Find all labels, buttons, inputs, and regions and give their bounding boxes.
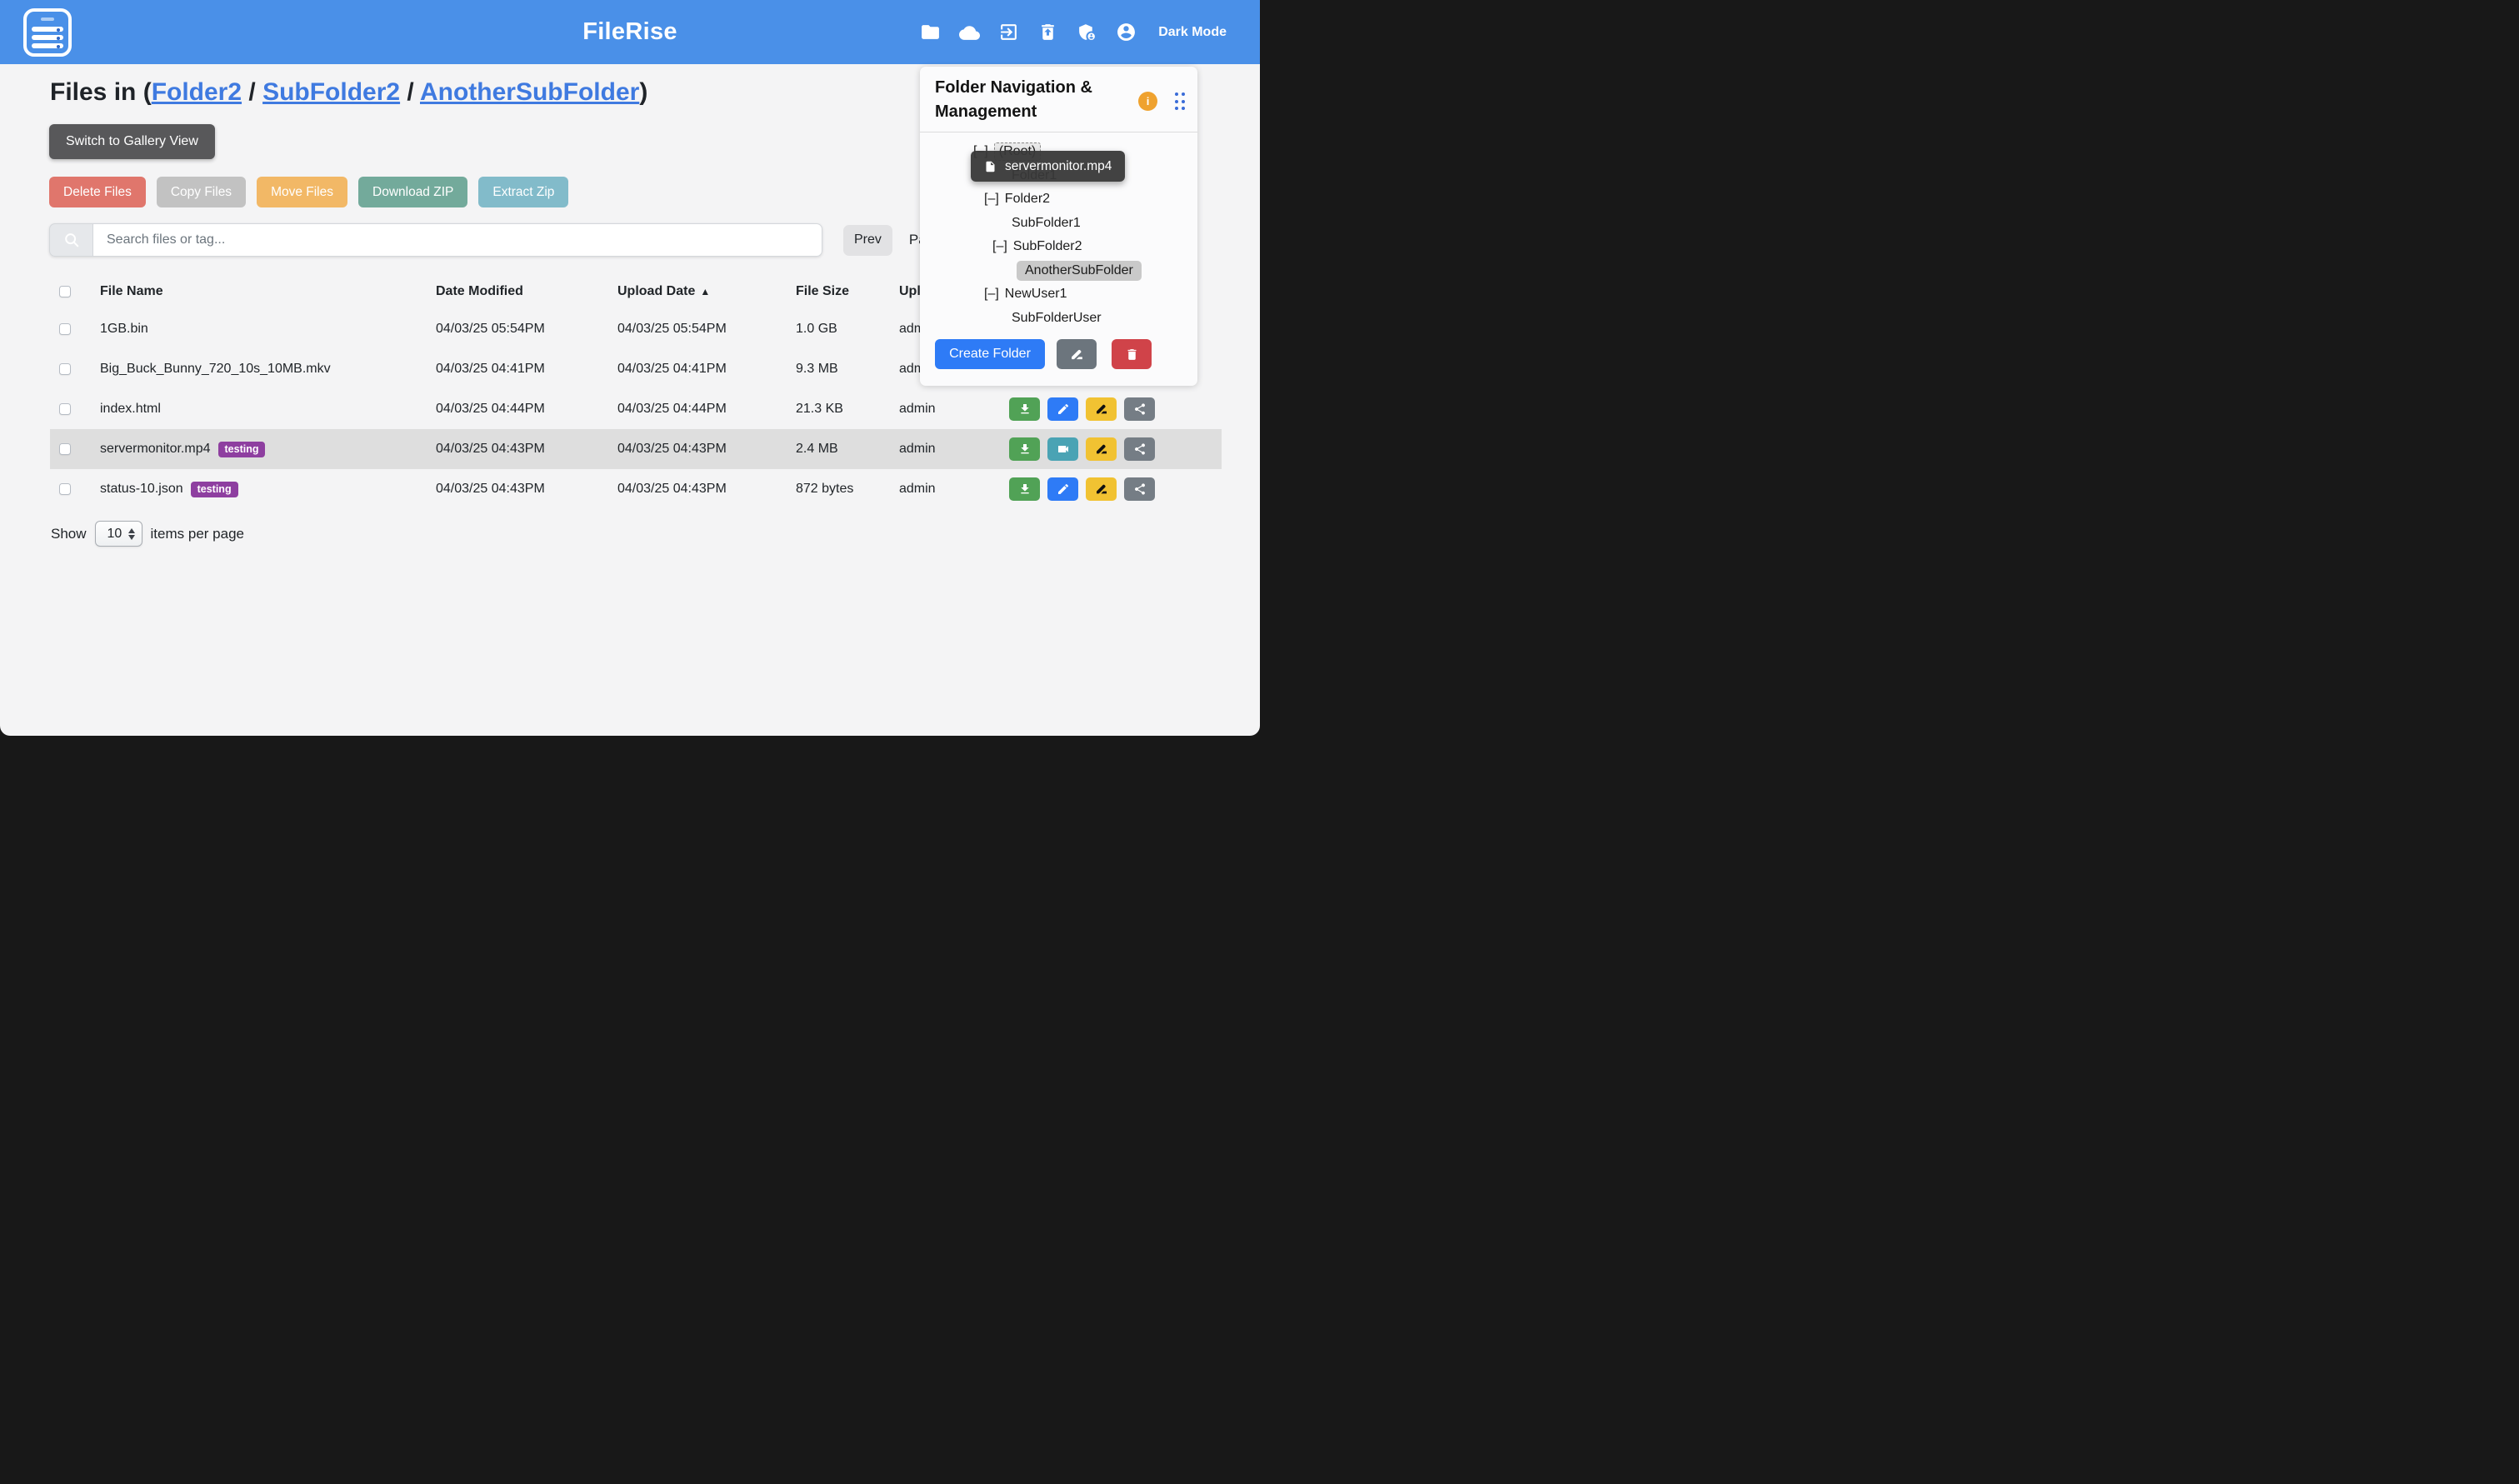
rename-icon xyxy=(1070,347,1084,362)
breadcrumb-link-folder2[interactable]: Folder2 xyxy=(152,78,242,106)
file-name[interactable]: servermonitor.mp4 xyxy=(100,442,211,457)
table-row: index.html 04/03/25 04:44PM 04/03/25 04:… xyxy=(50,389,1222,429)
dark-mode-toggle[interactable]: Dark Mode xyxy=(1158,25,1227,40)
column-file-name[interactable]: File Name xyxy=(100,284,436,299)
filerise-logo-icon[interactable] xyxy=(23,8,72,57)
share-button[interactable] xyxy=(1124,477,1155,501)
edit-button[interactable] xyxy=(1047,397,1078,421)
breadcrumb: Files in (Folder2 / SubFolder2 / Another… xyxy=(50,78,647,107)
download-zip-button[interactable]: Download ZIP xyxy=(358,177,467,207)
app-title: FileRise xyxy=(582,18,677,46)
folder-panel-header: Folder Navigation & Management i xyxy=(920,67,1197,132)
select-arrows-icon xyxy=(128,528,135,540)
row-checkbox[interactable] xyxy=(59,443,71,455)
tree-item-subfolderuser[interactable]: SubFolderUser xyxy=(933,307,1184,331)
edit-button[interactable] xyxy=(1047,477,1078,501)
folder-icon[interactable] xyxy=(919,22,941,43)
header-actions: Dark Mode xyxy=(919,22,1227,43)
download-button[interactable] xyxy=(1009,477,1040,501)
search-row: Prev Page xyxy=(49,223,942,257)
file-name[interactable]: index.html xyxy=(100,402,436,417)
file-name[interactable]: 1GB.bin xyxy=(100,322,436,337)
copy-files-button[interactable]: Copy Files xyxy=(157,177,246,207)
rename-folder-button[interactable] xyxy=(1057,339,1097,369)
app-header: FileRise Dark Mode xyxy=(0,0,1260,64)
file-name[interactable]: Big_Buck_Bunny_720_10s_10MB.mkv xyxy=(100,362,436,377)
folder-panel-title: Folder Navigation & Management xyxy=(935,76,1122,124)
download-button[interactable] xyxy=(1009,437,1040,461)
sign-in-icon[interactable] xyxy=(997,22,1019,43)
switch-gallery-view-button[interactable]: Switch to Gallery View xyxy=(49,124,215,159)
tag-badge: testing xyxy=(191,482,238,497)
account-icon[interactable] xyxy=(1115,22,1137,43)
prev-page-button[interactable]: Prev xyxy=(843,225,892,256)
cloud-upload-icon[interactable] xyxy=(958,22,980,43)
tree-item-folder1[interactable]: Folder1 xyxy=(933,164,1184,188)
sort-ascending-icon: ▲ xyxy=(700,286,710,297)
column-date-modified[interactable]: Date Modified xyxy=(436,284,617,299)
row-checkbox[interactable] xyxy=(59,363,71,375)
tree-item-subfolder2[interactable]: [–]SubFolder2 xyxy=(933,235,1184,259)
file-name[interactable]: status-10.json xyxy=(100,482,183,497)
file-actions-toolbar: Delete Files Copy Files Move Files Downl… xyxy=(49,177,568,207)
delete-files-button[interactable]: Delete Files xyxy=(49,177,146,207)
rename-button[interactable] xyxy=(1086,477,1117,501)
show-label: Show xyxy=(51,526,87,542)
breadcrumb-link-anothersubfolder[interactable]: AnotherSubFolder xyxy=(420,78,639,106)
tree-item-root[interactable]: [–](Root) xyxy=(933,140,1184,164)
folder-panel-buttons: Create Folder xyxy=(935,339,1152,369)
filerise-app: FileRise Dark Mode Files in (Folder2 / S… xyxy=(0,0,1260,736)
breadcrumb-link-subfolder2[interactable]: SubFolder2 xyxy=(262,78,400,106)
trash-icon xyxy=(1125,347,1139,362)
tree-item-folder2[interactable]: [–]Folder2 xyxy=(933,187,1184,212)
preview-video-button[interactable] xyxy=(1047,437,1078,461)
search-icon xyxy=(49,223,92,257)
admin-shield-icon[interactable] xyxy=(1076,22,1097,43)
per-page-select[interactable]: 10 xyxy=(95,521,142,547)
column-file-size[interactable]: File Size xyxy=(796,284,899,299)
info-icon[interactable]: i xyxy=(1138,92,1157,111)
select-all-checkbox[interactable] xyxy=(59,286,71,297)
tree-item-newuser1[interactable]: [–]NewUser1 xyxy=(933,282,1184,307)
table-row: status-10.jsontesting 04/03/25 04:43PM 0… xyxy=(50,469,1222,509)
download-button[interactable] xyxy=(1009,397,1040,421)
tree-item-subfolder1[interactable]: SubFolder1 xyxy=(933,212,1184,236)
restore-trash-icon[interactable] xyxy=(1037,22,1058,43)
search-input[interactable] xyxy=(92,223,822,257)
tree-item-anothersubfolder[interactable]: AnotherSubFolder xyxy=(933,259,1184,283)
rename-button[interactable] xyxy=(1086,397,1117,421)
share-button[interactable] xyxy=(1124,397,1155,421)
drop-target: (Root) xyxy=(994,142,1041,161)
tag-badge: testing xyxy=(218,442,266,457)
row-checkbox[interactable] xyxy=(59,323,71,335)
extract-zip-button[interactable]: Extract Zip xyxy=(478,177,568,207)
search-group xyxy=(49,223,822,257)
row-checkbox[interactable] xyxy=(59,403,71,415)
share-button[interactable] xyxy=(1124,437,1155,461)
drag-handle-icon[interactable] xyxy=(1175,92,1186,110)
create-folder-button[interactable]: Create Folder xyxy=(935,339,1045,369)
folder-navigation-panel: Folder Navigation & Management i [–](Roo… xyxy=(920,67,1197,386)
rename-button[interactable] xyxy=(1086,437,1117,461)
column-upload-date[interactable]: Upload Date▲ xyxy=(617,284,796,299)
table-row-selected: servermonitor.mp4testing 04/03/25 04:43P… xyxy=(50,429,1222,469)
items-per-page-label: items per page xyxy=(151,526,244,542)
row-checkbox[interactable] xyxy=(59,483,71,495)
delete-folder-button[interactable] xyxy=(1112,339,1152,369)
items-per-page-control: Show 10 items per page xyxy=(51,521,244,547)
folder-tree: [–](Root) Folder1 [–]Folder2 SubFolder1 … xyxy=(920,132,1197,330)
move-files-button[interactable]: Move Files xyxy=(257,177,347,207)
